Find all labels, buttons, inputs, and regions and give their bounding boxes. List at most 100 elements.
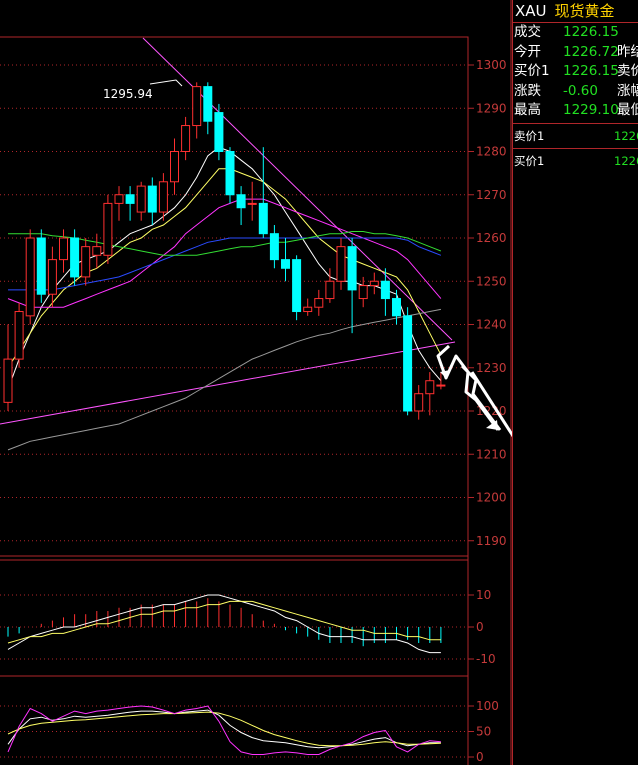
kdj-tick-label: 50 xyxy=(476,725,491,739)
candle-body xyxy=(281,259,290,269)
candle-body xyxy=(247,202,257,205)
candle-body xyxy=(258,202,268,235)
ask-value: 1226 xyxy=(614,128,638,143)
row-label-2: 涨幅 xyxy=(617,82,638,99)
price-tick-label: 1210 xyxy=(476,447,507,461)
candle-body xyxy=(358,285,368,300)
row-label-2: 最低 xyxy=(617,102,638,118)
chart-frames xyxy=(0,0,512,765)
price-axis-ticks: 1190120012101220123012401250126012701280… xyxy=(468,58,507,548)
candle-body xyxy=(314,298,324,308)
candle-body xyxy=(303,306,313,313)
macd-panel: 10 0 -10 xyxy=(0,588,496,666)
kdj-line xyxy=(7,705,441,755)
support-trendline xyxy=(0,341,456,425)
macd-line xyxy=(7,594,441,654)
candle-body xyxy=(114,194,124,204)
candle-body xyxy=(192,86,202,127)
candle-body xyxy=(36,237,46,295)
price-tick-label: 1190 xyxy=(476,534,507,548)
orderbook-bid-1: 买价1 1226 xyxy=(513,149,638,173)
candle-body xyxy=(203,86,213,122)
row-value: 1226.72 xyxy=(563,43,619,60)
price-tick-label: 1260 xyxy=(476,231,507,245)
macd-tick-label: 10 xyxy=(476,588,491,602)
chart-area: 1190120012101220123012401250126012701280… xyxy=(0,0,512,765)
candle-body xyxy=(425,380,435,395)
candle-body xyxy=(214,112,224,152)
candle-body xyxy=(336,246,346,282)
candle-body xyxy=(236,194,246,209)
price-tick-label: 1280 xyxy=(476,145,507,159)
candle-body xyxy=(380,280,390,300)
quote-row-open: 今开 1226.72 昨结 xyxy=(513,43,638,63)
candle-body xyxy=(392,298,401,317)
candle-body xyxy=(3,358,13,403)
row-label: 成交 xyxy=(514,24,541,40)
high-price-label: 1295.94 xyxy=(103,87,153,101)
kdj-panel: 100 50 0 xyxy=(0,699,499,764)
kdj-tick-label: 100 xyxy=(476,699,499,713)
price-tick-label: 1240 xyxy=(476,318,507,332)
candle-body xyxy=(292,259,302,313)
candle-body xyxy=(403,315,413,412)
candle-body xyxy=(269,233,279,261)
instrument-name: 现货黄金 xyxy=(554,2,615,20)
candle-body xyxy=(181,125,191,153)
quote-row-change: 涨跌 -0.60 涨幅 xyxy=(513,82,638,102)
ask-label: 卖价1 xyxy=(514,128,545,143)
high-price-annotation: 1295.94 xyxy=(103,79,183,101)
row-label: 最高 xyxy=(514,102,541,118)
kdj-line xyxy=(7,711,441,747)
row-label-2: 昨结 xyxy=(617,43,638,60)
quote-row-bid: 买价1 1226.15 卖价 xyxy=(513,62,638,82)
moving-average-lines xyxy=(7,146,442,451)
price-tick-label: 1230 xyxy=(476,361,507,375)
candle-body xyxy=(47,259,57,295)
bid-value: 1226 xyxy=(614,153,638,168)
candle-body xyxy=(125,194,135,204)
moving-average-line xyxy=(7,308,441,451)
quote-panel: XAU 现货黄金 成交 1226.15 今开 1226.72 昨结 买价1 122… xyxy=(512,0,638,765)
kdj-tick-label: 0 xyxy=(476,750,484,764)
row-value: -0.60 xyxy=(563,82,598,99)
candle-body xyxy=(170,151,179,183)
candle-body xyxy=(158,181,168,213)
price-tick-label: 1270 xyxy=(476,188,507,202)
row-label: 买价1 xyxy=(514,63,550,79)
candle-body xyxy=(436,384,446,387)
candle-body xyxy=(59,237,68,261)
candle-body xyxy=(136,185,146,213)
candlesticks xyxy=(3,82,446,420)
symbol-code: XAU xyxy=(515,2,547,20)
macd-tick-label: 0 xyxy=(476,620,484,634)
candle-body xyxy=(347,246,357,291)
candle-body xyxy=(103,202,113,256)
price-tick-label: 1250 xyxy=(476,274,507,288)
candle-body xyxy=(25,237,35,317)
candle-body xyxy=(14,311,24,360)
row-label: 涨跌 xyxy=(514,82,541,99)
row-value: 1226.15 xyxy=(563,63,619,79)
row-label-2: 卖价 xyxy=(617,63,638,79)
macd-tick-label: -10 xyxy=(476,652,496,666)
price-tick-label: 1200 xyxy=(476,491,507,505)
candle-body xyxy=(70,237,80,278)
candle-body xyxy=(414,393,424,412)
macd-line xyxy=(7,600,441,644)
candle-body xyxy=(325,280,335,300)
candle-body xyxy=(369,280,379,287)
quote-row-last: 成交 1226.15 xyxy=(513,23,638,43)
candle-body xyxy=(81,246,91,278)
row-label: 今开 xyxy=(514,43,541,60)
orderbook-ask-1: 卖价1 1226 xyxy=(513,124,638,148)
trend-lines xyxy=(0,37,456,425)
price-tick-label: 1300 xyxy=(476,58,507,72)
bid-label: 买价1 xyxy=(514,153,545,168)
candle-body xyxy=(225,151,235,196)
candle-body xyxy=(92,246,102,256)
quote-row-high: 最高 1229.10 最低 xyxy=(513,101,638,121)
candle-body xyxy=(147,185,157,213)
row-value: 1229.10 xyxy=(563,102,619,118)
quote-title: XAU 现货黄金 xyxy=(513,0,638,22)
